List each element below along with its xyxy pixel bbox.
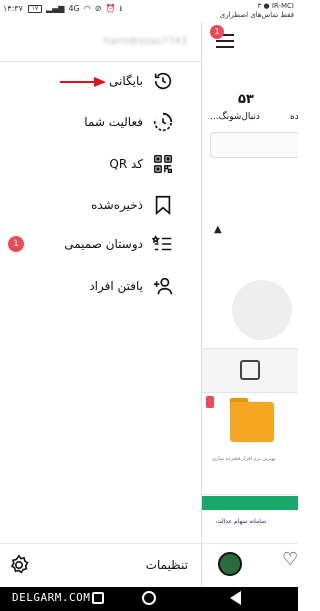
add-person-icon (151, 274, 175, 298)
silent-icon: ⊘ (94, 4, 102, 13)
menu-item-label: ذخیره‌شده (91, 198, 143, 212)
status-left-icons: ۱۷ ▂▄▆ 4G ◠ ⊘ ⏰ ⭳ (28, 4, 122, 14)
chevron-up-icon[interactable]: ▲ (214, 224, 222, 235)
back-icon[interactable] (230, 591, 241, 605)
heart-icon[interactable]: ♡ (282, 549, 298, 570)
activity-icon (151, 110, 175, 134)
story-highlight-placeholder[interactable] (232, 280, 292, 340)
status-bar: ۱۴:۳۷ ۱۷ ▂▄▆ 4G ◠ ⊘ ⏰ ⭳ ۳ ● IR-MCI فقط ت… (0, 0, 298, 22)
profile-avatar-tab[interactable] (218, 552, 242, 576)
carrier-name: IR-MCI (271, 2, 294, 10)
recent-apps-icon[interactable] (92, 592, 104, 604)
menu-item-close-friends[interactable]: دوستان صمیمی (0, 229, 201, 259)
drawer-header: hamidrezas7743 (0, 22, 201, 62)
profile-background: 1 ۵۳ دنبال‌شونگ... ده ▲ بهترین نرم افزار… (202, 22, 298, 587)
system-navigation-bar: DELGARM.COM (0, 587, 298, 611)
gear-icon[interactable] (8, 554, 30, 576)
side-drawer: hamidrezas7743 بایگانی فعالیت شما کد QR (0, 22, 202, 587)
settings-label[interactable]: تنظیمات (146, 558, 188, 572)
wifi-icon: ◠ (83, 4, 91, 13)
drawer-footer[interactable]: تنظیمات (0, 543, 202, 587)
followers-label[interactable]: دنبال‌شونگ... (210, 112, 260, 122)
menu-item-label: فعالیت شما (84, 115, 143, 129)
qr-code-icon (151, 152, 175, 176)
menu-item-discover-people[interactable]: یافتن افراد (0, 271, 201, 301)
edit-profile-button[interactable] (210, 132, 298, 158)
bookmark-icon (151, 193, 175, 217)
thumbnail-2-header (202, 496, 298, 510)
annotation-arrow (60, 77, 106, 87)
archive-history-icon (151, 69, 175, 93)
menu-item-label: بایگانی (109, 74, 143, 88)
zip-folder-icon (230, 402, 274, 442)
thumbnail-2-caption: سامانه سهام عدالت (216, 518, 267, 525)
download-icon: ⭳ (119, 4, 123, 13)
chat-icon: ● (263, 2, 270, 10)
menu-item-your-activity[interactable]: فعالیت شما (0, 107, 201, 137)
battery-icon: ۱۷ (28, 5, 42, 13)
close-friends-list-icon (151, 232, 175, 256)
close-friends-badge: 1 (8, 236, 24, 252)
menu-notification-badge: 1 (210, 25, 224, 39)
followers-count: ۵۳ (238, 92, 254, 107)
following-label[interactable]: ده (290, 112, 298, 122)
menu-item-saved[interactable]: ذخیره‌شده (0, 190, 201, 220)
thumbnail-caption: بهترین نرم افزار فشرده سازی (212, 456, 276, 462)
alarm-icon: ⏰ (105, 4, 116, 13)
tagged-posts-icon[interactable] (240, 360, 260, 380)
carrier-note: فقط تماس‌های اضطراری (219, 11, 294, 19)
menu-item-label: دوستان صمیمی (64, 237, 143, 251)
watermark: DELGARM.COM (12, 591, 91, 604)
status-right: ۳ ● IR-MCI فقط تماس‌های اضطراری (220, 2, 294, 20)
notification-count: ۳ (257, 2, 262, 10)
username: hamidrezas7743 (103, 36, 187, 47)
menu-item-label: کد QR (109, 157, 143, 171)
clock: ۱۴:۳۷ (3, 4, 23, 13)
menu-item-qr-code[interactable]: کد QR (0, 149, 201, 179)
home-icon[interactable] (142, 591, 156, 605)
thumbnail-red-marker (206, 396, 214, 408)
signal-icon: ▂▄▆ (46, 4, 65, 13)
menu-item-label: یافتن افراد (89, 279, 143, 293)
network-type: 4G (68, 4, 80, 13)
